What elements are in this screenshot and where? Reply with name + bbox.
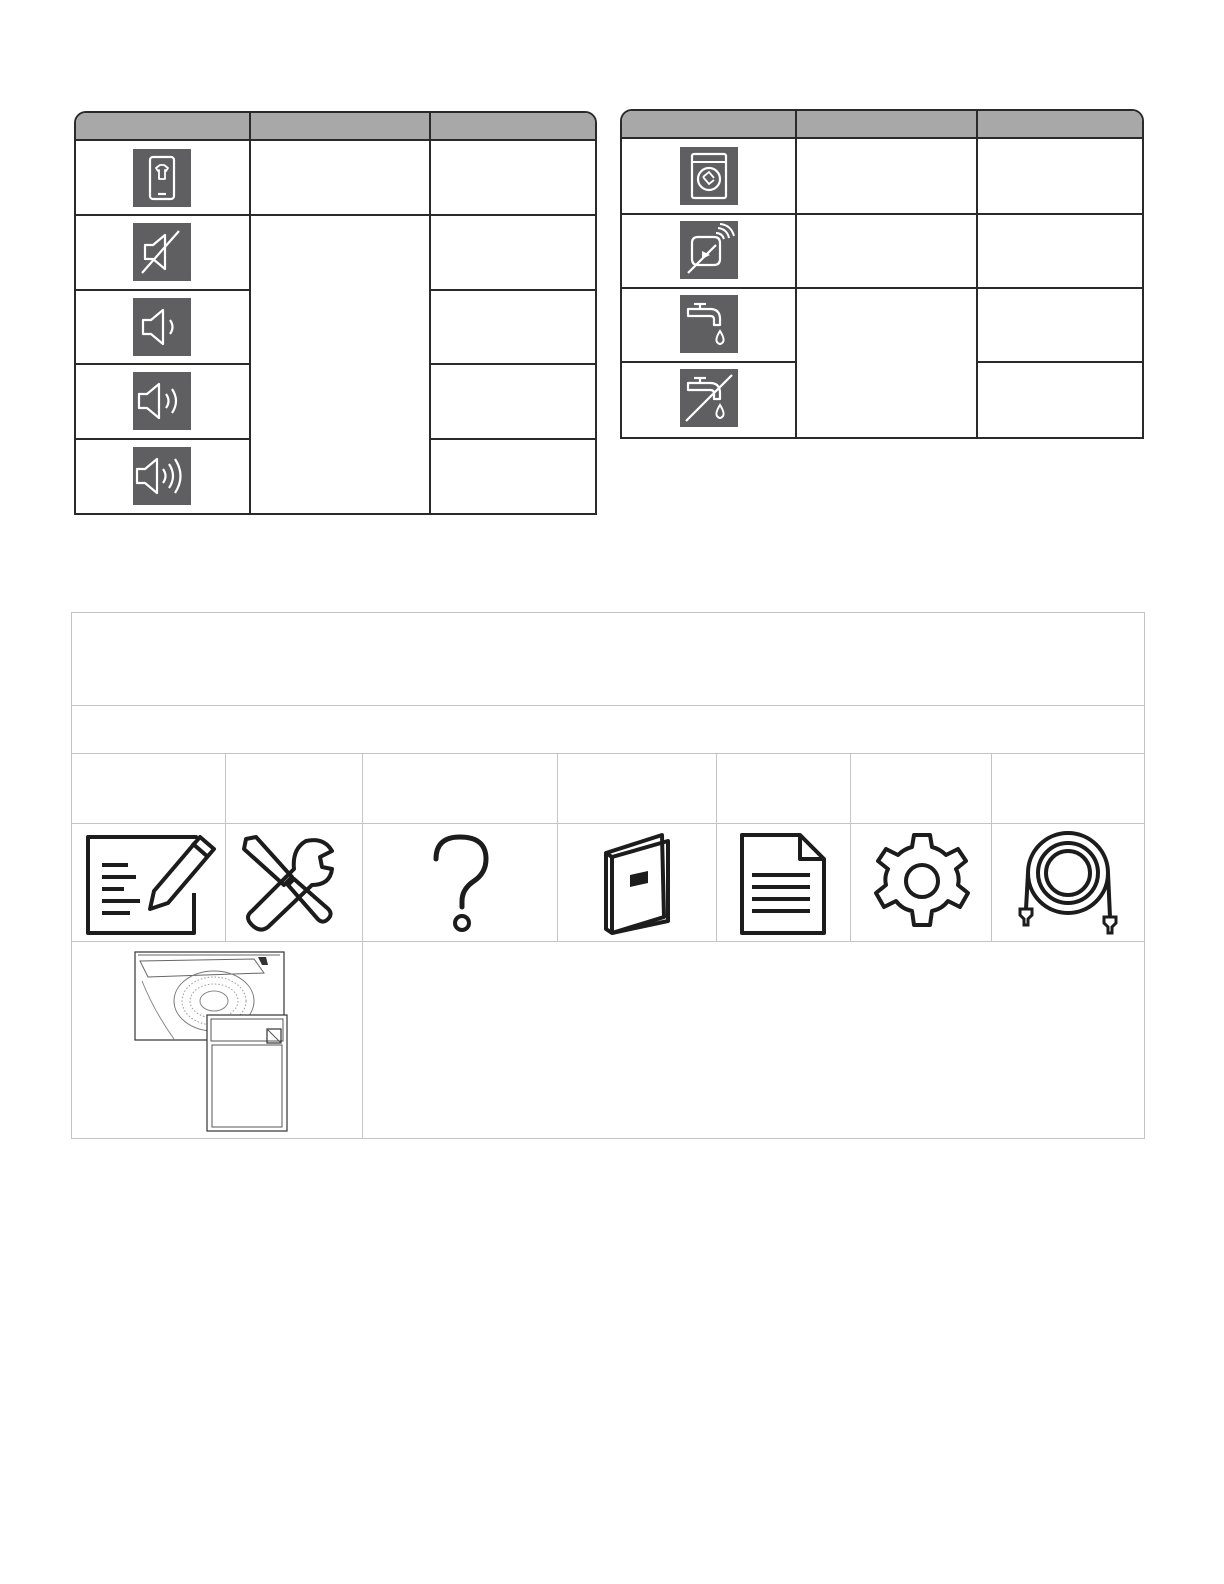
left-control-table <box>74 111 597 515</box>
document-icon <box>738 831 828 937</box>
gear-icon <box>870 831 974 937</box>
mute-icon <box>133 223 191 281</box>
table-header-row <box>622 111 1142 139</box>
tools-icon <box>236 833 340 937</box>
water-tap-off-icon <box>680 369 738 427</box>
reference-grid <box>71 612 1145 1139</box>
water-tap-icon <box>680 295 738 353</box>
washer-top-load-illustration <box>134 951 294 1133</box>
manual-book-icon <box>602 831 672 937</box>
hose-icon <box>1012 827 1124 939</box>
remote-start-icon <box>680 221 738 279</box>
shirt-phone-icon <box>133 149 191 207</box>
drum-clean-icon <box>680 147 738 205</box>
right-control-table <box>620 109 1144 439</box>
volume-medium-icon <box>133 372 191 430</box>
volume-high-icon <box>133 447 191 505</box>
question-icon <box>430 831 494 937</box>
table-header-row <box>76 113 595 141</box>
notes-icon <box>84 831 218 937</box>
volume-low-icon <box>133 298 191 356</box>
